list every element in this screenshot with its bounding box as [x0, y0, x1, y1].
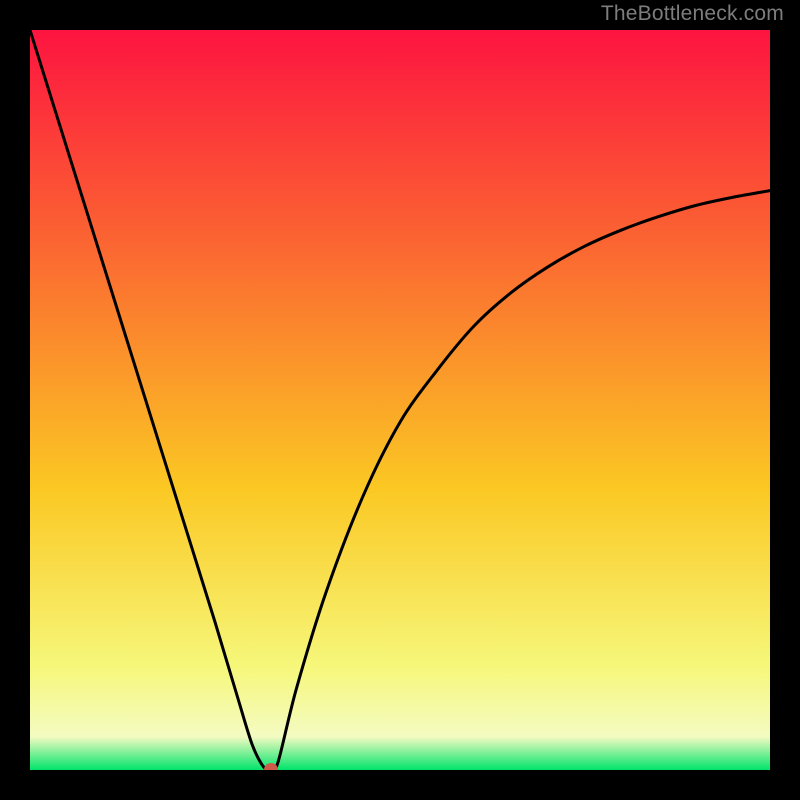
watermark-text: TheBottleneck.com — [601, 2, 784, 26]
minimum-marker — [264, 763, 278, 770]
gradient-background — [30, 30, 770, 770]
chart-frame: TheBottleneck.com — [0, 0, 800, 800]
plot-area — [30, 30, 770, 770]
chart-svg — [30, 30, 770, 770]
